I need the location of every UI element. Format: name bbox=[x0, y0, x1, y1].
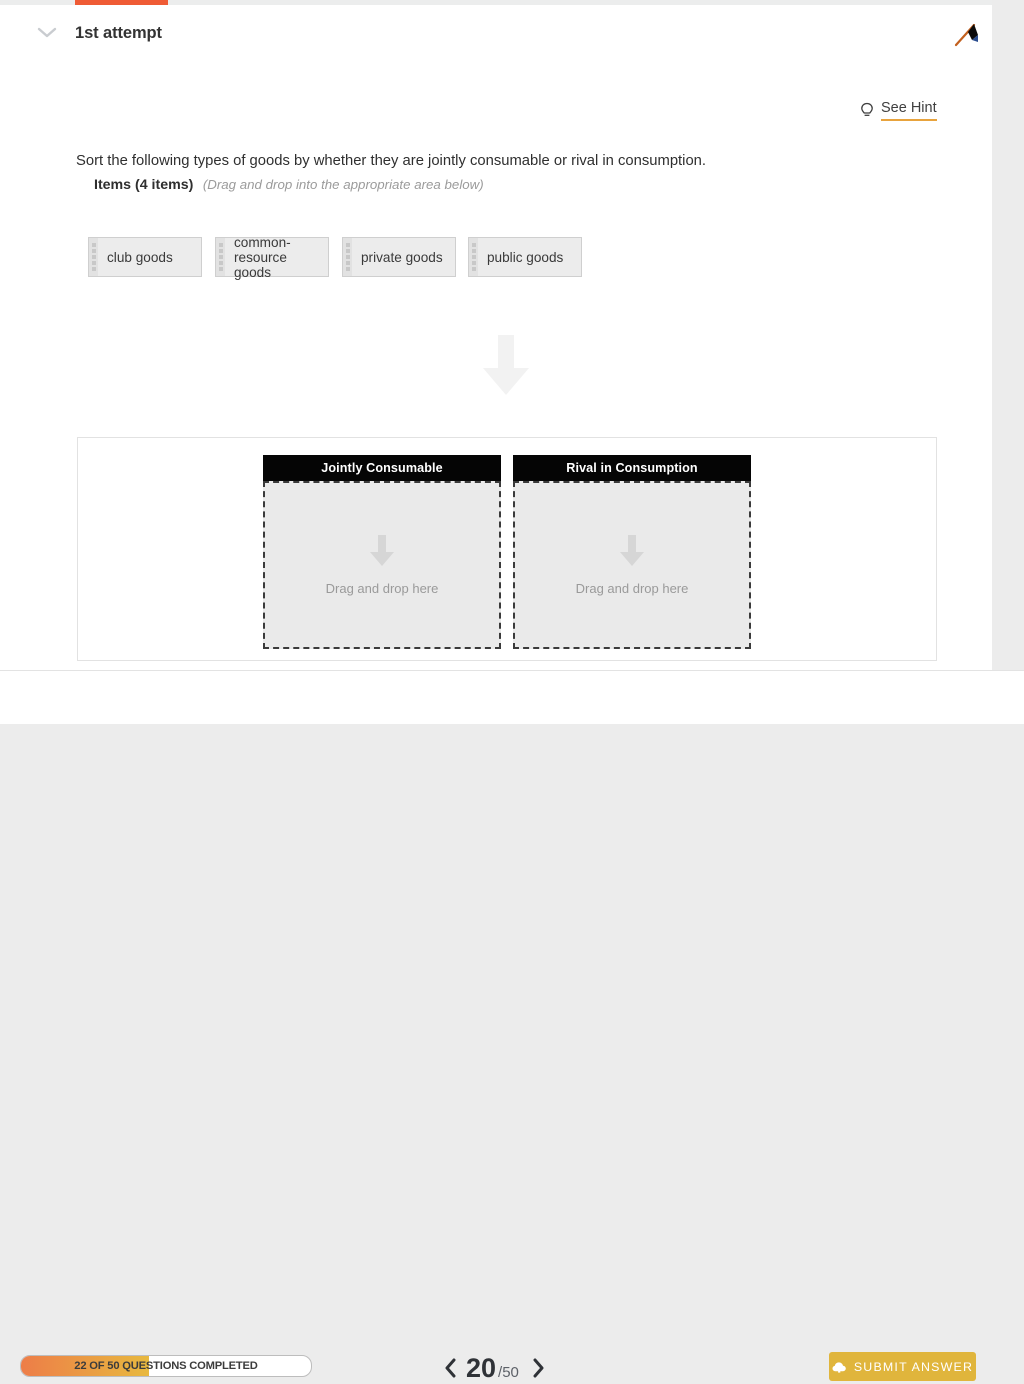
draggable-item-label: club goods bbox=[107, 249, 173, 265]
attempt-header: 1st attempt bbox=[0, 5, 992, 53]
see-hint-label: See Hint bbox=[881, 101, 937, 121]
submit-answer-button[interactable]: SUBMIT ANSWER bbox=[829, 1352, 976, 1381]
draggable-item[interactable]: common-resource goods bbox=[215, 234, 329, 280]
draggable-item[interactable]: club goods bbox=[88, 237, 202, 277]
footer-bar: 22 OF 50 QUESTIONS COMPLETED 20 /50 SUBM… bbox=[0, 670, 1024, 1381]
dropzone-column: Rival in Consumption Drag and drop here bbox=[513, 455, 751, 649]
question-card: 1st attempt See Hint Sort the following … bbox=[0, 0, 992, 723]
drag-handle-icon[interactable] bbox=[216, 238, 225, 276]
draggable-item[interactable]: private goods bbox=[342, 237, 456, 277]
draggable-item-label: common-resource goods bbox=[234, 234, 291, 280]
items-header: Items (4 items) (Drag and drop into the … bbox=[94, 176, 484, 194]
arrow-down-icon bbox=[481, 335, 531, 397]
dropzone-placeholder: Drag and drop here bbox=[325, 580, 439, 596]
cloud-upload-icon bbox=[832, 1360, 847, 1374]
dropzone-column: Jointly Consumable Drag and drop here bbox=[263, 455, 501, 649]
dropzone-title: Rival in Consumption bbox=[513, 455, 751, 481]
question-prompt: Sort the following types of goods by whe… bbox=[76, 153, 707, 169]
dropzone-target[interactable]: Drag and drop here bbox=[513, 481, 751, 649]
draggable-item-label: private goods bbox=[361, 249, 443, 265]
chevron-left-icon[interactable] bbox=[440, 1355, 462, 1381]
dropzone-title: Jointly Consumable bbox=[263, 455, 501, 481]
draggable-item-label: public goods bbox=[487, 249, 564, 265]
pager-total-pages: /50 bbox=[498, 1364, 519, 1381]
attempt-title: 1st attempt bbox=[75, 24, 162, 42]
items-instruction: (Drag and drop into the appropriate area… bbox=[202, 177, 484, 192]
dropzone-placeholder: Drag and drop here bbox=[575, 580, 689, 596]
chevron-down-icon[interactable] bbox=[36, 25, 58, 39]
drag-handle-icon[interactable] bbox=[343, 238, 352, 276]
drag-handle-icon[interactable] bbox=[469, 238, 478, 276]
see-hint-button[interactable]: See Hint bbox=[860, 99, 937, 123]
arrow-down-icon bbox=[369, 534, 395, 567]
pager-current-page: 20 bbox=[466, 1352, 497, 1383]
questions-progress-label: 22 OF 50 QUESTIONS COMPLETED bbox=[74, 1360, 258, 1372]
chevron-right-icon[interactable] bbox=[527, 1355, 549, 1381]
dropzone-target[interactable]: Drag and drop here bbox=[263, 481, 501, 649]
items-count-label: Items (4 items) bbox=[94, 177, 194, 193]
arrow-down-icon bbox=[619, 534, 645, 567]
flag-icon[interactable] bbox=[948, 18, 984, 50]
questions-progress-bar: 22 OF 50 QUESTIONS COMPLETED bbox=[20, 1355, 312, 1377]
dropzone-panel: Jointly Consumable Drag and drop here Riva… bbox=[77, 437, 937, 661]
draggable-items-tray: club goods common-resource goods private g… bbox=[88, 234, 968, 281]
submit-answer-label: SUBMIT ANSWER bbox=[853, 1359, 974, 1374]
question-pager: 20 /50 bbox=[440, 1352, 549, 1384]
drag-handle-icon[interactable] bbox=[89, 238, 98, 276]
lightbulb-icon bbox=[860, 102, 874, 120]
draggable-item[interactable]: public goods bbox=[468, 237, 582, 277]
